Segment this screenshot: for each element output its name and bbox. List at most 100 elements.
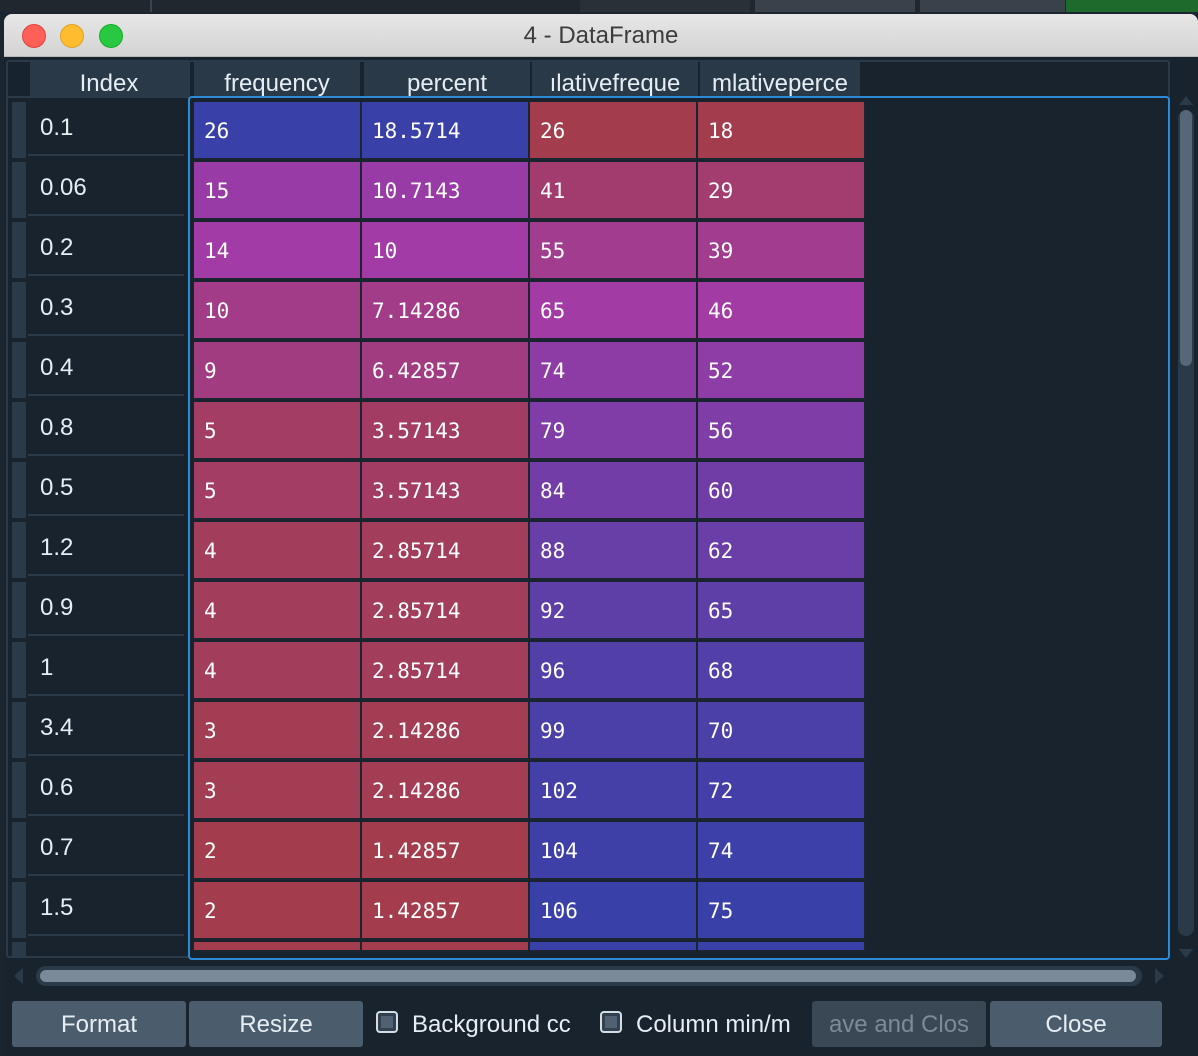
table-cell[interactable]: 74 [698,822,866,880]
row-handle[interactable] [12,702,26,758]
index-cell[interactable]: 0.6 [28,758,184,816]
table-cell[interactable]: 2 [194,882,362,940]
table-cell[interactable]: 5 [194,402,362,460]
table-cell[interactable]: 65 [530,282,698,340]
row-handle[interactable] [12,342,26,398]
column-header-0[interactable]: frequency [194,62,362,100]
table-cell[interactable]: 26 [194,102,362,160]
table-cell[interactable]: 3.57143 [362,402,530,460]
index-cell[interactable]: 1.5 [28,878,184,936]
row-handle[interactable] [12,882,26,938]
row-handle[interactable] [12,762,26,818]
table-cell[interactable]: 10 [194,282,362,340]
column-minmax-checkbox[interactable]: Column min/m [600,1001,812,1047]
index-cell[interactable]: 0.1 [28,98,184,156]
index-cell[interactable]: 1 [28,638,184,696]
row-handle[interactable] [12,522,26,578]
row-handle[interactable] [12,642,26,698]
index-cell[interactable]: 3.4 [28,698,184,756]
index-cell[interactable]: 0.3 [28,278,184,336]
index-cell[interactable]: 0.7 [28,818,184,876]
vertical-scroll-thumb[interactable] [1180,110,1192,366]
index-cell[interactable]: 0.9 [28,578,184,636]
horizontal-scroll-thumb[interactable] [40,970,1136,982]
close-button[interactable]: Close [990,1001,1162,1047]
table-cell[interactable]: 1.42857 [362,882,530,940]
table-cell[interactable]: 46 [698,282,866,340]
save-and-close-button[interactable]: ave and Clos [812,1001,986,1047]
table-cell[interactable]: 14 [194,222,362,280]
table-cell[interactable]: 10 [362,222,530,280]
table-cell[interactable]: 74 [530,342,698,400]
table-cell[interactable]: 29 [698,162,866,220]
table-cell[interactable]: 84 [530,462,698,520]
scroll-right-arrow-icon[interactable] [1155,968,1164,984]
table-cell[interactable]: 26 [530,102,698,160]
table-cell[interactable]: 3 [194,702,362,760]
row-handle[interactable] [12,102,26,158]
table-cell[interactable]: 7.14286 [362,282,530,340]
table-cell[interactable]: 79 [530,402,698,460]
table-cell[interactable]: 3 [194,762,362,820]
format-button[interactable]: Format [12,1001,186,1047]
table-cell[interactable]: 2.14286 [362,762,530,820]
table-cell[interactable]: 5 [194,462,362,520]
table-cell[interactable]: 102 [530,762,698,820]
index-cell[interactable]: 0.2 [28,218,184,276]
table-cell[interactable]: 2.85714 [362,582,530,640]
column-header-1[interactable]: percent [364,62,532,100]
table-cell[interactable]: 4 [194,522,362,580]
table-cell[interactable]: 18.5714 [362,102,530,160]
scroll-left-arrow-icon[interactable] [14,968,23,984]
index-cell[interactable]: 0.8 [28,398,184,456]
scroll-up-arrow-icon[interactable] [1179,96,1193,105]
table-cell[interactable]: 65 [698,582,866,640]
resize-button[interactable]: Resize [189,1001,363,1047]
row-handle[interactable] [12,402,26,458]
table-cell[interactable]: 2.85714 [362,642,530,700]
table-cell[interactable]: 15 [194,162,362,220]
table-cell[interactable]: 88 [530,522,698,580]
row-handle[interactable] [12,582,26,638]
row-handle[interactable] [12,282,26,338]
column-header-2[interactable]: ılativefreque [532,62,700,100]
row-handle[interactable] [12,462,26,518]
table-cell[interactable]: 2 [194,822,362,880]
row-handle[interactable] [12,822,26,878]
horizontal-scrollbar[interactable] [14,964,1164,988]
table-cell[interactable]: 3.57143 [362,462,530,520]
table-cell[interactable]: 92 [530,582,698,640]
table-cell[interactable]: 104 [530,822,698,880]
title-bar[interactable]: 4 - DataFrame [4,14,1198,57]
index-cell[interactable]: 0.5 [28,458,184,516]
table-cell[interactable]: 9 [194,342,362,400]
index-cell[interactable]: 0.06 [28,158,184,216]
table-cell[interactable]: 62 [698,522,866,580]
table-cell[interactable]: 68 [698,642,866,700]
row-handle[interactable] [12,162,26,218]
table-cell[interactable]: 96 [530,642,698,700]
table-cell[interactable]: 55 [530,222,698,280]
horizontal-scroll-track[interactable] [36,966,1142,986]
data-grid[interactable]: 26 18.5714 26 18 15 10.7143 41 29 14 10 55 39 10 7.14… [188,96,1170,960]
index-header[interactable]: Index [30,62,188,100]
table-cell[interactable]: 39 [698,222,866,280]
background-color-checkbox-box[interactable] [376,1011,398,1033]
table-cell[interactable]: 10.7143 [362,162,530,220]
vertical-scrollbar[interactable] [1176,96,1196,958]
scroll-down-arrow-icon[interactable] [1179,949,1193,958]
background-color-checkbox[interactable]: Background cc [376,1001,592,1047]
column-header-3[interactable]: mlativeperce [700,62,862,100]
table-cell[interactable]: 6.42857 [362,342,530,400]
table-cell[interactable]: 70 [698,702,866,760]
row-handle[interactable] [12,222,26,278]
table-cell[interactable]: 72 [698,762,866,820]
vertical-scroll-track[interactable] [1178,110,1194,936]
table-cell[interactable]: 4 [194,642,362,700]
table-cell[interactable]: 18 [698,102,866,160]
table-cell[interactable]: 56 [698,402,866,460]
table-cell[interactable]: 99 [530,702,698,760]
table-cell[interactable]: 4 [194,582,362,640]
table-cell[interactable]: 106 [530,882,698,940]
table-cell[interactable]: 41 [530,162,698,220]
